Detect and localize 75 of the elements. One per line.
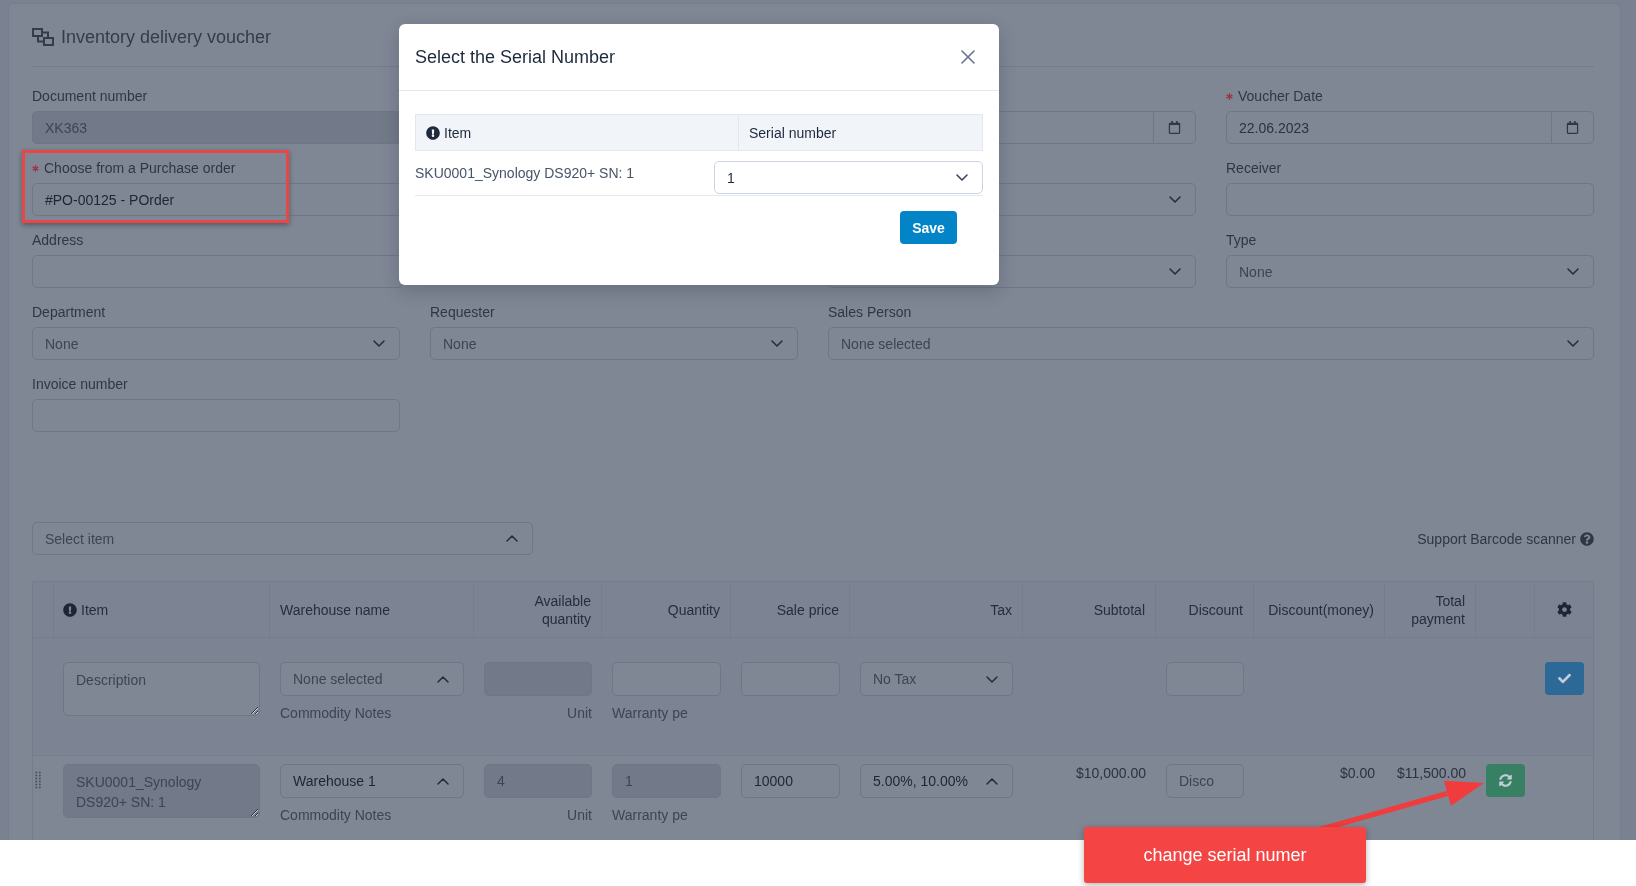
note-text: Commodity Notes [280,807,392,824]
amount-text: $0.00 [1339,765,1375,782]
note-text: Commodity Notes [280,705,392,722]
date-field[interactable]: 22.06.2023 [1226,111,1552,144]
field-label: Voucher Date [1238,88,1323,105]
note-text: Warranty pe [612,705,688,722]
field-label: Sales Person [828,304,912,321]
column-header: Item [444,124,472,141]
description-field[interactable]: Description [63,662,260,716]
select-field[interactable]: None [430,327,798,360]
refresh-icon [1499,774,1512,787]
number-field[interactable]: Disco [1166,764,1244,798]
select-field[interactable]: None [1226,255,1594,288]
settings-icon[interactable] [1556,602,1572,617]
chevron-down-icon [1567,340,1579,347]
callout-label: change serial numer [1084,827,1366,883]
chevron-down-icon [373,340,385,347]
modal-title: Select the Serial Number [415,46,616,68]
alert-icon [63,602,77,617]
text-field[interactable] [32,255,403,288]
alert-icon [426,125,440,140]
column-header: Subtotal [1093,600,1145,619]
column-header: Warehouse name [280,600,390,619]
column-header: Item [81,600,109,619]
calendar-button[interactable] [1154,111,1196,144]
help-icon[interactable] [1580,531,1594,546]
confirm-button[interactable] [1544,662,1584,695]
calendar-button[interactable] [1552,111,1594,144]
warehouse-select[interactable]: None selected [280,662,464,696]
close-button[interactable] [960,49,976,65]
column-header: Total payment [1410,591,1465,628]
refresh-button[interactable] [1486,764,1525,797]
note-text: Unit [567,705,592,722]
column-header: Quantity [667,600,720,619]
warehouse-select[interactable]: Warehouse 1 [280,764,464,798]
note-text: Warranty pe [612,807,688,824]
amount-text: $10,000.00 [1075,765,1146,782]
tax-select[interactable]: No Tax [860,662,1013,696]
amount-text: $11,500.00 [1396,765,1466,782]
field-label: Address [32,232,84,249]
calendar-icon [1566,121,1579,134]
field-label: Department [32,304,106,321]
select-field[interactable]: None [32,327,400,360]
column-header: Discount(money) [1268,600,1374,619]
item-name: SKU0001_Synology DS920+ SN: 1 [415,164,636,181]
column-header: Sale price [776,600,839,619]
chevron-down-icon [771,340,783,347]
close-icon [961,50,975,64]
page-title: Inventory delivery voucher [61,26,272,48]
note-text: Unit [567,807,592,824]
field-label: Document number [32,88,148,105]
boxes-icon [32,28,54,46]
save-button[interactable]: Save [900,211,957,244]
column-header: Discount [1188,600,1243,619]
field-label: Receiver [1226,160,1282,177]
check-icon [1557,672,1571,685]
column-header: Tax [990,600,1012,619]
field-label: Type [1226,232,1257,249]
barcode-hint: Support Barcode scanner [1417,530,1576,547]
serial-select[interactable]: 1 [714,161,983,194]
chevron-down-icon [956,174,968,181]
column-header: Serial number [749,124,837,141]
select-field[interactable]: None selected [828,327,1594,360]
drag-handle-icon[interactable] [35,771,41,789]
chevron-down-icon [1169,268,1181,275]
number-field[interactable]: 10000 [741,764,840,798]
field-label: Choose from a Purchase order [44,160,236,177]
chevron-down-icon [1567,268,1579,275]
field-label: Invoice number [32,376,128,393]
chevron-down-icon [1169,196,1181,203]
calendar-icon [1168,121,1181,134]
field-label: Requester [430,304,495,321]
tax-select[interactable]: 5.00%, 10.00% [860,764,1013,798]
item-picker[interactable]: Select item [32,522,533,555]
column-header: Available quantity [533,591,591,628]
